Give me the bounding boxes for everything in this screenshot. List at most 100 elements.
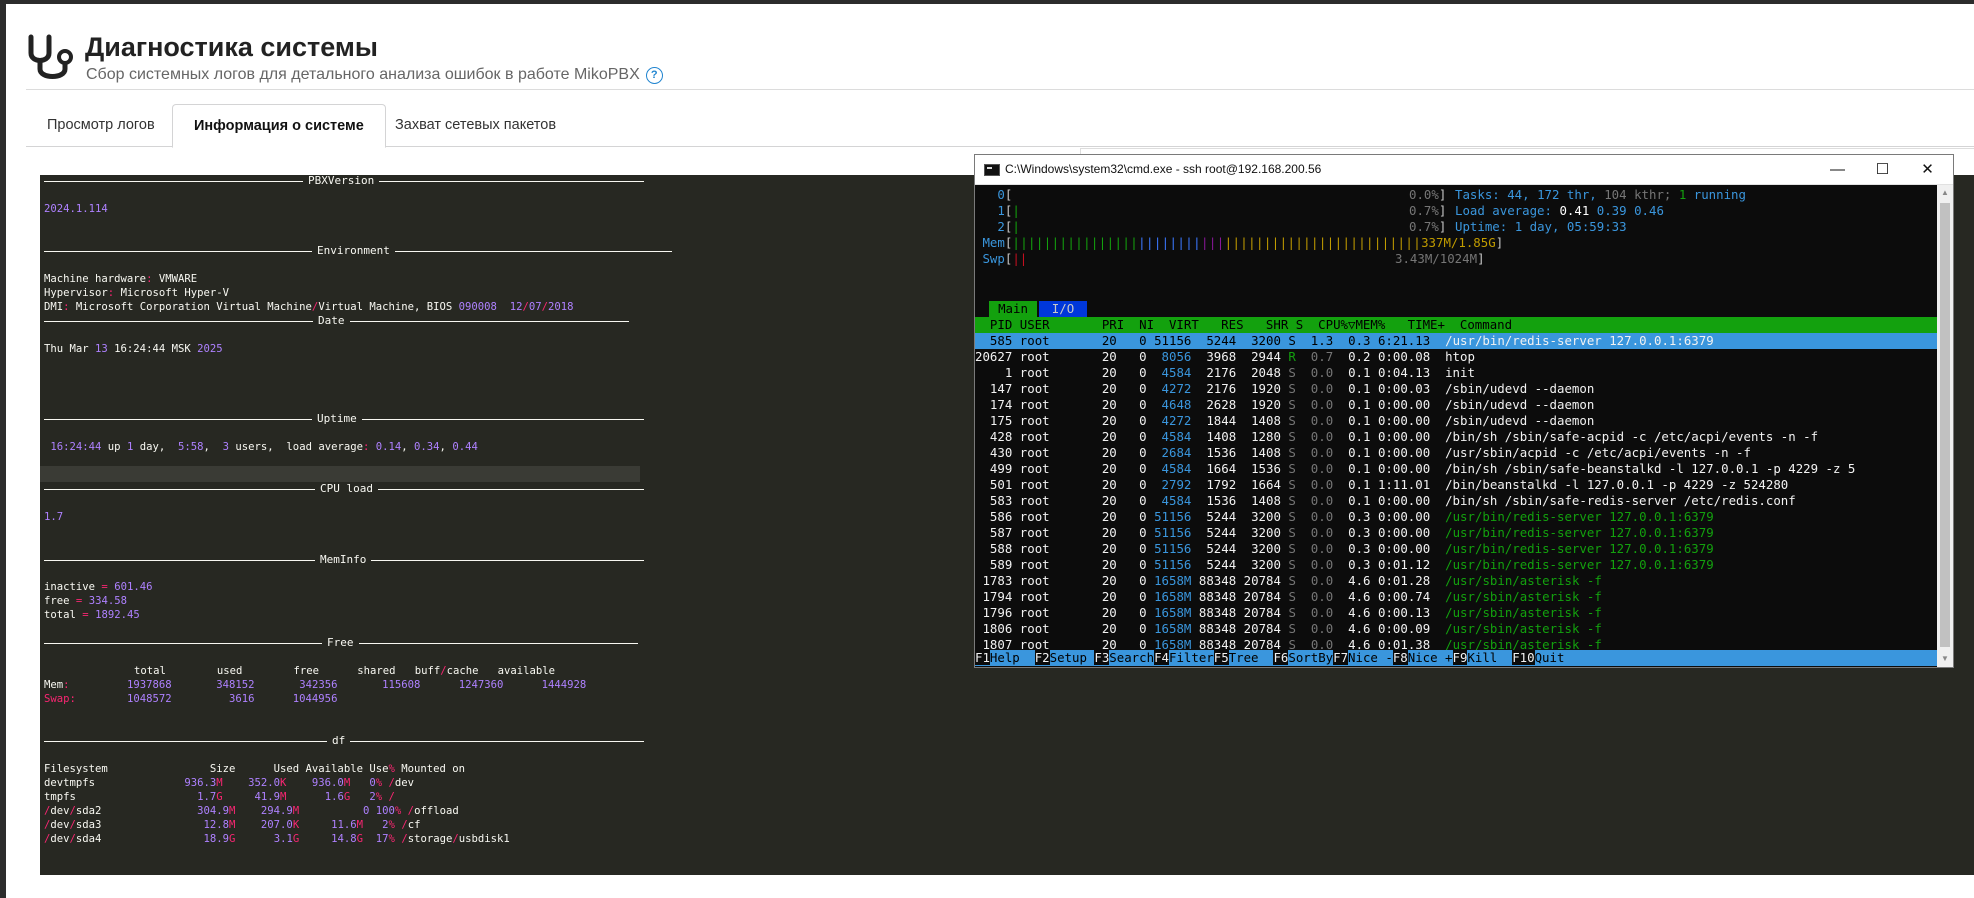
htop-screen[interactable]: 0[ 0.0%] 1[| 0.7%] 2[| 0.7%] Mem[|||||||… — [975, 185, 1937, 667]
fkey-f4[interactable]: F4 — [1154, 650, 1169, 665]
fkey-f9[interactable]: F9 — [1452, 650, 1468, 665]
process-row[interactable]: 589 root 20 0 51156 5244 3200 S 0.0 0.3 … — [975, 557, 1714, 573]
cmd-window[interactable]: C:\Windows\system32\cmd.exe - ssh root@1… — [974, 154, 1954, 668]
process-row[interactable]: 430 root 20 0 2684 1536 1408 S 0.0 0.1 0… — [975, 445, 1751, 461]
date-year: 2025 — [197, 343, 223, 355]
df-row-sda2: /dev/sda2 304.9M 294.9M 0 100% /offload — [44, 805, 459, 817]
fkey-label[interactable]: Nice + — [1408, 650, 1453, 665]
fkey-label[interactable]: Search — [1109, 650, 1154, 665]
process-row[interactable]: 585 root 20 0 51156 5244 3200 S 1.3 0.3 … — [975, 333, 1714, 349]
process-row[interactable]: 20627 root 20 0 8056 3968 2944 R 0.7 0.2… — [975, 349, 1475, 365]
proc-pri: 20 — [1101, 509, 1117, 524]
fkey-label[interactable]: Filter — [1169, 650, 1214, 665]
fkey-label[interactable]: Nice - — [1348, 650, 1393, 665]
proc-user: root — [1019, 461, 1050, 476]
proc-ni: 0 — [1139, 397, 1147, 412]
tab-logs[interactable]: Просмотр логов — [26, 104, 176, 146]
proc-pid: 589 — [989, 557, 1013, 572]
proc-mem: 4.6 — [1348, 605, 1371, 620]
proc-shr: 20784 — [1243, 573, 1281, 588]
tab-packet-capture[interactable]: Захват сетевых пакетов — [374, 104, 577, 146]
fkey-f10[interactable]: F10 — [1512, 650, 1535, 665]
proc-cpu: 0.7 — [1310, 349, 1334, 364]
proc-mem: 0.1 — [1348, 397, 1371, 412]
process-columns[interactable]: PID USER PRI NI VIRT RES SHR S CPU%▽MEM%… — [975, 317, 1512, 333]
process-row[interactable]: 1783 root 20 0 1658M 88348 20784 S 0.0 4… — [975, 573, 1601, 589]
fkey-f2[interactable]: F2 — [1034, 650, 1050, 665]
date-d: 13 — [95, 343, 108, 355]
process-row[interactable]: 587 root 20 0 51156 5244 3200 S 0.0 0.3 … — [975, 525, 1714, 541]
log-line-dmi: DMI: Microsoft Corporation Virtual Machi… — [44, 301, 574, 313]
fkey-label[interactable]: Setup — [1050, 650, 1095, 665]
maximize-icon[interactable]: ☐ — [1860, 155, 1905, 184]
top-frame-bar — [0, 0, 1974, 4]
process-row[interactable]: 1806 root 20 0 1658M 88348 20784 S 0.0 4… — [975, 621, 1601, 637]
uptime-val: 1 day, 05:59:33 — [1514, 219, 1627, 234]
fkey-label[interactable]: Help — [990, 650, 1035, 665]
df-fs2: sda4 — [75, 833, 102, 845]
free-h-free: free — [293, 665, 319, 677]
proc-command: /usr/bin/redis-server 127.0.0.1:6379 — [1445, 525, 1714, 540]
cmd-titlebar[interactable]: C:\Windows\system32\cmd.exe - ssh root@1… — [975, 155, 1953, 185]
process-row[interactable]: 147 root 20 0 4272 2176 1920 S 0.0 0.1 0… — [975, 381, 1594, 397]
proc-user: root — [1019, 429, 1050, 444]
fkey-f7[interactable]: F7 — [1333, 650, 1349, 665]
proc-state: S — [1288, 445, 1296, 460]
scroll-thumb[interactable] — [1940, 203, 1950, 647]
cmd-app-icon — [984, 164, 1000, 176]
proc-state: S — [1288, 477, 1296, 492]
cmd-scrollbar[interactable]: ▲ ▼ — [1937, 185, 1953, 667]
fkey-label[interactable]: Quit — [1535, 650, 1580, 665]
process-row[interactable]: 1 root 20 0 4584 2176 2048 S 0.0 0.1 0:0… — [975, 365, 1475, 381]
process-row[interactable]: 428 root 20 0 4584 1408 1280 S 0.0 0.1 0… — [975, 429, 1818, 445]
fkey-label[interactable]: SortBy — [1288, 650, 1333, 665]
fkey-f5[interactable]: F5 — [1213, 650, 1229, 665]
fkey-f8[interactable]: F8 — [1392, 650, 1408, 665]
question-circle-icon[interactable]: ? — [645, 67, 663, 84]
proc-mem: 0.3 — [1348, 509, 1371, 524]
load-line: Load average: 0.41 0.39 0.46 — [1455, 203, 1664, 219]
htop-tab-io[interactable]: I/O — [1039, 301, 1087, 317]
process-row[interactable]: 174 root 20 0 4648 2628 1920 S 0.0 0.1 0… — [975, 397, 1594, 413]
proc-command: /usr/sbin/asterisk -f — [1445, 605, 1602, 620]
process-row[interactable]: 175 root 20 0 4272 1844 1408 S 0.0 0.1 0… — [975, 413, 1594, 429]
section-title-meminfo: MemInfo — [315, 553, 372, 566]
proc-shr: 2944 — [1251, 349, 1281, 364]
uptime-up: up — [101, 441, 127, 453]
free-h-shared: shared — [357, 665, 396, 677]
proc-pri: 20 — [1101, 525, 1117, 540]
proc-pid: 174 — [989, 397, 1013, 412]
proc-ni: 0 — [1139, 621, 1147, 636]
fkey-f1[interactable]: F1 — [975, 650, 990, 665]
proc-mem: 0.1 — [1348, 413, 1371, 428]
proc-pri: 20 — [1101, 333, 1117, 348]
proc-shr: 3200 — [1251, 557, 1281, 572]
tab-system-info[interactable]: Информация о системе — [172, 104, 386, 148]
process-row[interactable]: 501 root 20 0 2792 1792 1664 S 0.0 0.1 1… — [975, 477, 1788, 493]
log-line-date: Thu Mar 13 16:24:44 MSK 2025 — [44, 342, 223, 356]
htop-tab-main[interactable]: Main — [989, 301, 1037, 317]
df-used: 3.1 — [273, 833, 293, 845]
process-row[interactable]: 586 root 20 0 51156 5244 3200 S 0.0 0.3 … — [975, 509, 1714, 525]
proc-command: htop — [1445, 349, 1475, 364]
proc-virt: 1658M — [1154, 573, 1192, 588]
scroll-up-icon[interactable]: ▲ — [1937, 185, 1953, 201]
df-mnt: cf — [407, 819, 421, 831]
proc-pri: 20 — [1101, 541, 1117, 556]
fkey-f6[interactable]: F6 — [1273, 650, 1289, 665]
fkey-label[interactable]: Kill — [1467, 650, 1512, 665]
minimize-icon[interactable]: — — [1815, 155, 1860, 184]
proc-virt: 4648 — [1161, 397, 1192, 412]
fkey-label[interactable]: Tree — [1229, 650, 1274, 665]
page-subtitle-text: Сбор системных логов для детального анал… — [86, 66, 640, 83]
scroll-down-icon[interactable]: ▼ — [1937, 651, 1953, 667]
fkey-f3[interactable]: F3 — [1094, 650, 1110, 665]
section-title-uptime: Uptime — [312, 412, 362, 425]
close-icon[interactable]: ✕ — [1905, 155, 1950, 184]
process-row[interactable]: 583 root 20 0 4584 1536 1408 S 0.0 0.1 0… — [975, 493, 1796, 509]
process-row[interactable]: 588 root 20 0 51156 5244 3200 S 0.0 0.3 … — [975, 541, 1714, 557]
process-row[interactable]: 1796 root 20 0 1658M 88348 20784 S 0.0 4… — [975, 605, 1602, 621]
process-row[interactable]: 1794 root 20 0 1658M 88348 20784 S 0.0 4… — [975, 589, 1601, 605]
process-row[interactable]: 499 root 20 0 4584 1664 1536 S 0.0 0.1 0… — [975, 461, 1855, 477]
proc-pid: 501 — [989, 477, 1013, 492]
